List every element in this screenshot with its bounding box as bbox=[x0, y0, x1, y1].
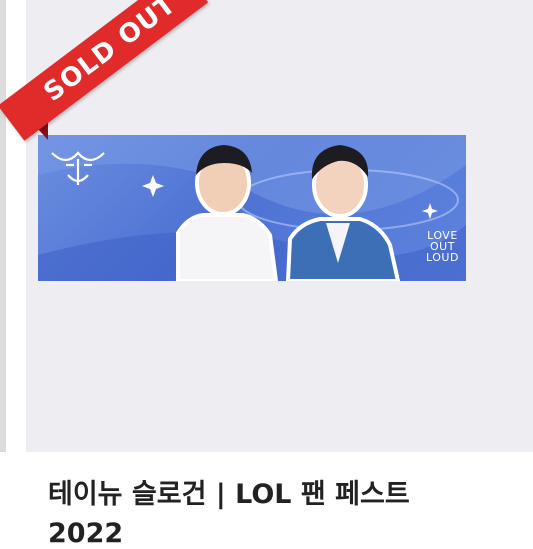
banner-background bbox=[38, 135, 466, 281]
sparkle-icon bbox=[422, 203, 438, 219]
slogan-banner-image: LOVE OUT LOUD bbox=[38, 135, 466, 281]
love-out-loud-logo: LOVE OUT LOUD bbox=[426, 229, 459, 264]
product-title-line2[interactable]: 2022 bbox=[48, 518, 123, 549]
sparkle-icon bbox=[142, 175, 164, 197]
product-title[interactable]: 테이뉴 슬로건 | LOL 팬 페스트 bbox=[48, 472, 528, 511]
sold-out-label: SOLD OUT bbox=[38, 0, 182, 108]
sold-out-badge: SOLD OUT bbox=[0, 0, 209, 150]
sold-out-ribbon: SOLD OUT bbox=[0, 0, 209, 141]
